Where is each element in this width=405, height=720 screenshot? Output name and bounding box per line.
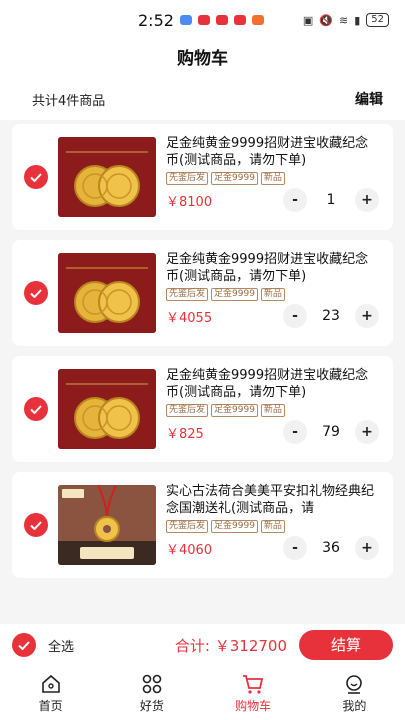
product-tag: 足金9999	[211, 404, 258, 417]
increase-button[interactable]: +	[355, 188, 379, 212]
product-tag: 新品	[260, 520, 285, 533]
cart-item: 足金纯黄金9999招财进宝收藏纪念币(测试商品，请勿下单) 先鉴后发 足金999…	[12, 124, 393, 230]
quantity-value[interactable]: 23	[307, 308, 355, 324]
signal-icon: ▮	[354, 13, 361, 27]
product-tag: 新品	[260, 404, 285, 417]
page-title: 购物车	[0, 40, 405, 78]
quantity-value[interactable]: 36	[307, 540, 355, 556]
checkmark-icon	[30, 520, 42, 530]
product-name[interactable]: 足金纯黄金9999招财进宝收藏纪念币(测试商品，请勿下单)	[166, 135, 381, 169]
product-tag: 新品	[260, 172, 285, 185]
item-price: ￥4060	[166, 542, 213, 558]
checkout-button[interactable]: 结算	[299, 630, 393, 660]
cart-item: 足金纯黄金9999招财进宝收藏纪念币(测试商品，请勿下单) 先鉴后发 足金999…	[12, 240, 393, 346]
tab-bar: 首页 好货 购物车 我的	[0, 666, 405, 720]
status-bar: 2:52 ▣ 🔇 ≋ ▮ 52	[0, 0, 405, 40]
increase-button[interactable]: +	[355, 536, 379, 560]
quantity-stepper: - 79 +	[283, 420, 379, 444]
notification-icon	[215, 15, 228, 25]
cart-item: 足金纯黄金9999招财进宝收藏纪念币(测试商品，请勿下单) 先鉴后发 足金999…	[12, 356, 393, 462]
product-name[interactable]: 实心古法荷合美美平安扣礼物经典纪念国潮送礼(测试商品，请	[166, 483, 381, 517]
total-amount: 合计: ￥312700	[174, 636, 287, 655]
tab-goods[interactable]: 好货	[101, 666, 202, 720]
checkout-bar: 全选 合计: ￥312700 结算	[0, 624, 405, 666]
product-tag: 足金9999	[211, 288, 258, 301]
product-name[interactable]: 足金纯黄金9999招财进宝收藏纪念币(测试商品，请勿下单)	[166, 367, 381, 401]
item-price: ￥4055	[166, 310, 213, 326]
increase-button[interactable]: +	[355, 304, 379, 328]
notification-icon	[251, 15, 264, 25]
quantity-value[interactable]: 1	[307, 192, 355, 208]
quantity-stepper: - 1 +	[283, 188, 379, 212]
product-tag: 先鉴后发	[166, 404, 209, 417]
tab-cart[interactable]: 购物车	[203, 666, 304, 720]
profile-icon	[346, 674, 363, 694]
quantity-stepper: - 23 +	[283, 304, 379, 328]
wifi-icon: ≋	[338, 13, 349, 27]
product-tags: 先鉴后发 足金9999 新品	[166, 404, 381, 417]
increase-button[interactable]: +	[355, 420, 379, 444]
item-checkbox[interactable]	[24, 281, 48, 305]
tab-label: 好货	[139, 698, 164, 713]
gold-coin-product-image[interactable]	[58, 253, 156, 333]
product-tags: 先鉴后发 足金9999 新品	[166, 288, 381, 301]
select-all-toggle[interactable]: 全选	[12, 633, 74, 657]
quantity-stepper: - 36 +	[283, 536, 379, 560]
mute-icon: 🔇	[319, 13, 333, 27]
item-price: ￥825	[166, 426, 204, 442]
item-count: 共计4件商品	[32, 93, 106, 109]
checkmark-icon	[18, 640, 30, 650]
decrease-button[interactable]: -	[283, 188, 307, 212]
gold-coin-product-image[interactable]	[58, 137, 156, 217]
product-tag: 足金9999	[211, 172, 258, 185]
select-all-checkbox[interactable]	[12, 633, 36, 657]
checkmark-icon	[30, 404, 42, 414]
decrease-button[interactable]: -	[283, 304, 307, 328]
decrease-button[interactable]: -	[283, 536, 307, 560]
item-price: ￥8100	[166, 194, 213, 210]
nfc-icon: ▣	[302, 13, 314, 27]
product-tag: 先鉴后发	[166, 288, 209, 301]
product-tag: 足金9999	[211, 520, 258, 533]
item-checkbox[interactable]	[24, 165, 48, 189]
product-tag: 先鉴后发	[166, 520, 209, 533]
notification-icon	[197, 15, 210, 25]
edit-button[interactable]: 编辑	[355, 89, 383, 109]
select-all-label: 全选	[48, 639, 75, 655]
tab-label: 我的	[342, 698, 367, 713]
tab-label: 购物车	[235, 698, 272, 713]
tab-profile[interactable]: 我的	[304, 666, 405, 720]
tab-label: 首页	[38, 698, 63, 713]
tab-home[interactable]: 首页	[0, 666, 101, 720]
product-name[interactable]: 足金纯黄金9999招财进宝收藏纪念币(测试商品，请勿下单)	[166, 251, 381, 285]
grid-icon	[142, 674, 162, 693]
cart-list: 足金纯黄金9999招财进宝收藏纪念币(测试商品，请勿下单) 先鉴后发 足金999…	[0, 120, 405, 578]
battery-icon: 52	[366, 13, 389, 27]
product-tag: 新品	[260, 288, 285, 301]
item-checkbox[interactable]	[24, 513, 48, 537]
safety-buckle-product-image[interactable]	[58, 485, 156, 565]
checkmark-icon	[30, 288, 42, 298]
checkmark-icon	[30, 172, 42, 182]
quantity-value[interactable]: 79	[307, 424, 355, 440]
item-checkbox[interactable]	[24, 397, 48, 421]
gold-coin-product-image[interactable]	[58, 369, 156, 449]
decrease-button[interactable]: -	[283, 420, 307, 444]
cart-summary-bar: 共计4件商品 编辑	[0, 78, 405, 120]
notification-icon	[233, 15, 246, 25]
cart-icon	[243, 674, 264, 694]
status-time: 2:52	[138, 10, 174, 30]
home-icon	[41, 674, 60, 693]
product-tag: 先鉴后发	[166, 172, 209, 185]
notification-icon	[179, 15, 192, 25]
cart-item: 实心古法荷合美美平安扣礼物经典纪念国潮送礼(测试商品，请 先鉴后发 足金9999…	[12, 472, 393, 578]
product-tags: 先鉴后发 足金9999 新品	[166, 172, 381, 185]
product-tags: 先鉴后发 足金9999 新品	[166, 520, 381, 533]
